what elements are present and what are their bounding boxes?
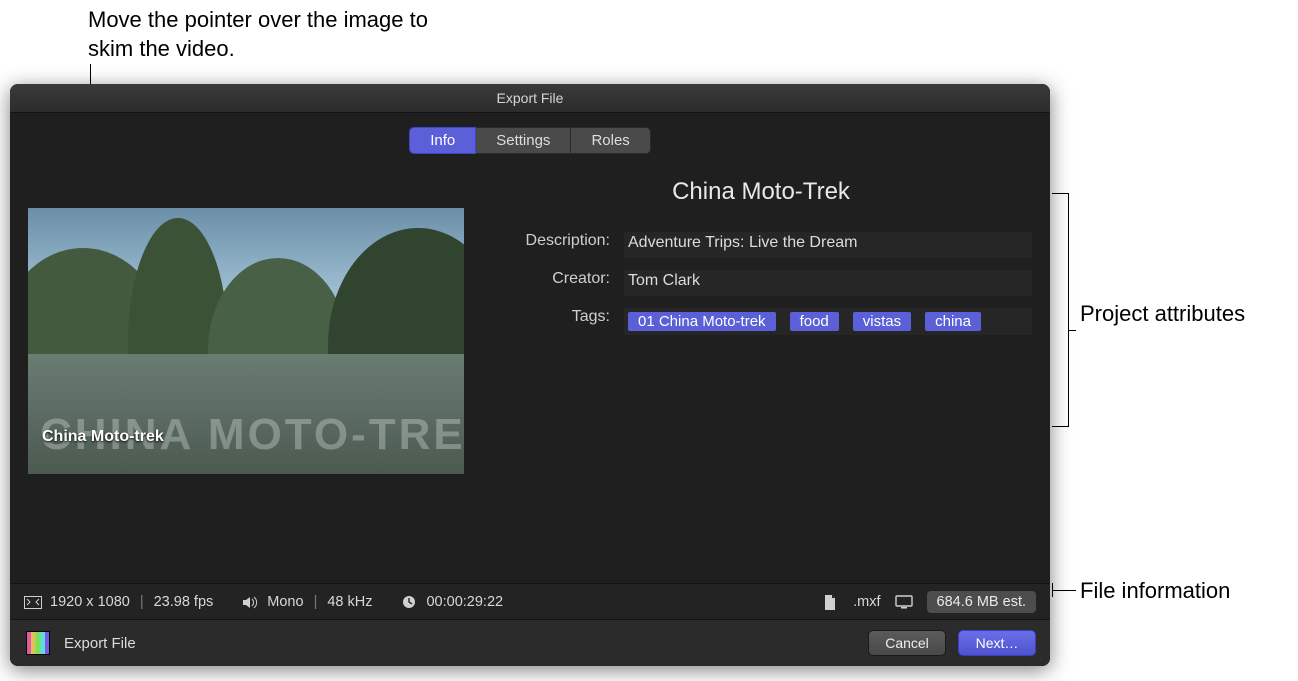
project-title: China Moto-Trek: [490, 178, 1032, 206]
tags-field[interactable]: 01 China Moto-trek food vistas china: [624, 308, 1032, 335]
container-format-value: .mxf: [853, 594, 880, 610]
project-attributes-panel: China Moto-Trek Description: Adventure T…: [464, 168, 1032, 347]
cancel-button[interactable]: Cancel: [868, 630, 946, 656]
callout-project-attributes: Project attributes: [1080, 300, 1280, 329]
tabs-segmented-control: Info Settings Roles: [28, 127, 1032, 154]
attr-row-creator: Creator: Tom Clark: [490, 270, 1032, 296]
preview-art: [328, 228, 464, 368]
description-label: Description:: [490, 232, 624, 250]
creator-label: Creator:: [490, 270, 624, 288]
tag-token[interactable]: 01 China Moto-trek: [628, 312, 776, 331]
video-preview-skimmer[interactable]: CHINA MOTO-TREK China Moto-trek: [28, 208, 464, 474]
next-button[interactable]: Next…: [958, 630, 1036, 656]
callout-skim-video: Move the pointer over the image to skim …: [88, 6, 448, 63]
tab-settings[interactable]: Settings: [476, 127, 571, 154]
divider: |: [140, 594, 144, 610]
callout-line: [1052, 583, 1053, 597]
window-titlebar[interactable]: Export File: [10, 84, 1050, 113]
callout-bracket: [1052, 193, 1069, 427]
window-title: Export File: [497, 90, 564, 106]
callout-line: [1052, 590, 1076, 591]
attr-row-description: Description: Adventure Trips: Live the D…: [490, 232, 1032, 258]
audio-rate-value: 48 kHz: [327, 594, 372, 610]
tag-token[interactable]: china: [925, 312, 981, 331]
share-preset-name: Export File: [64, 635, 136, 652]
tag-token[interactable]: food: [790, 312, 839, 331]
speaker-icon: [241, 595, 259, 609]
audio-channels-value: Mono: [267, 594, 303, 610]
callout-file-information: File information: [1080, 577, 1280, 606]
clock-icon: [400, 595, 418, 609]
window-footer: Export File Cancel Next…: [10, 619, 1050, 666]
file-icon: [821, 595, 839, 609]
callout-line: [1068, 330, 1076, 331]
creator-field[interactable]: Tom Clark: [624, 270, 1032, 296]
frame-icon: [24, 595, 42, 609]
tab-info[interactable]: Info: [409, 127, 476, 154]
resolution-value: 1920 x 1080: [50, 594, 130, 610]
export-file-window: Export File Info Settings Roles CHINA MO…: [10, 84, 1050, 666]
tags-label: Tags:: [490, 308, 624, 326]
fps-value: 23.98 fps: [154, 594, 214, 610]
file-size-estimate: 684.6 MB est.: [927, 591, 1036, 613]
description-field[interactable]: Adventure Trips: Live the Dream: [624, 232, 1032, 258]
window-body: Info Settings Roles CHINA MOTO-TREK Chin…: [10, 113, 1050, 599]
attr-row-tags: Tags: 01 China Moto-trek food vistas chi…: [490, 308, 1032, 335]
display-icon: [895, 595, 913, 609]
tag-token[interactable]: vistas: [853, 312, 911, 331]
share-preset-icon[interactable]: [24, 629, 52, 657]
preview-art: [208, 258, 348, 368]
file-info-status-bar: 1920 x 1080 | 23.98 fps Mono | 48 kHz 00…: [10, 583, 1050, 620]
duration-value: 00:00:29:22: [426, 594, 503, 610]
tab-roles[interactable]: Roles: [571, 127, 650, 154]
divider: |: [314, 594, 318, 610]
preview-caption: China Moto-trek: [42, 428, 164, 446]
